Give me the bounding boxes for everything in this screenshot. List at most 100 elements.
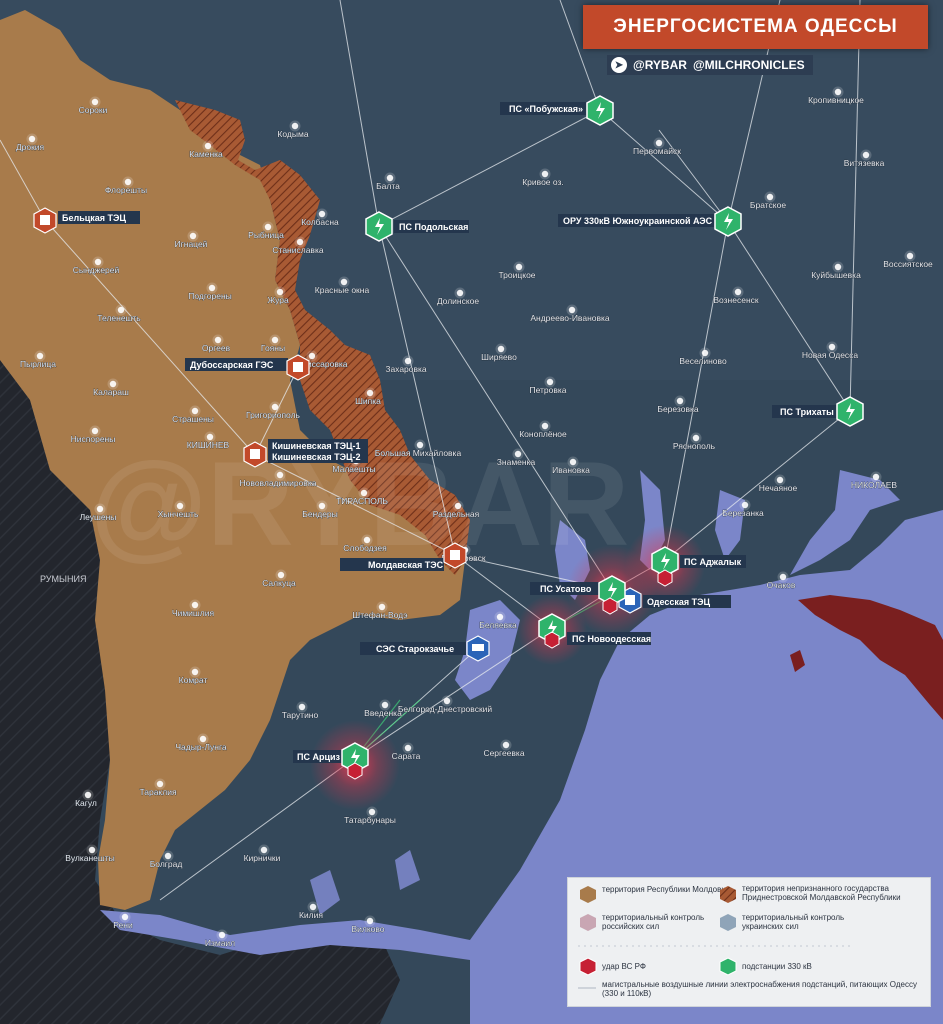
svg-text:ПС Усатово: ПС Усатово [540,584,592,594]
legend-substation: подстанции 330 кВ [719,957,812,976]
city-label: Гояны [261,343,285,353]
city-label: Рени [113,920,133,930]
svg-text:СЭС Старокзачье: СЭС Старокзачье [376,644,454,654]
city-label: Нечаяное [759,483,798,493]
city-label: Чадыр-Лунга [175,742,227,752]
legend-ukraine-text: территориальный контроль украинских сил [742,913,845,931]
city-label: Сарата [392,751,421,761]
city-label: Штефан-Водэ [352,610,407,620]
legend-strike-text: удар ВС РФ [602,962,646,971]
svg-text:ПС Подольская: ПС Подольская [399,222,468,232]
city-label: Беляевка [479,620,517,630]
city-label: Кодыма [277,129,308,139]
legend-strike: удар ВС РФ [579,957,646,976]
city-label: Андреево-Ивановка [530,313,610,323]
city-label: НИКОЛАЕВ [851,480,898,490]
city-label: Ширяево [481,352,517,362]
channel-handles: ➤ @RYBAR @MILCHRONICLES [607,55,813,75]
city-label: Кирнички [244,853,281,863]
legend-ukraine-control: территориальный контроль украинских сил [720,913,845,931]
city-label: Подгорены [188,291,232,301]
city-label: Тараклия [139,787,177,797]
legend-lines: магистральные воздушные линии электросна… [578,980,917,998]
city-label: Станиславка [272,245,323,255]
city-label: Слободзея [343,543,387,553]
city-label: Кагул [75,798,97,808]
city-label: Белгород-Днестровский [398,704,493,714]
city-label: Очаков [767,580,796,590]
handle-milchronicles: @MILCHRONICLES [692,58,805,72]
city-label: Калараш [93,387,129,397]
city-label: Балта [376,181,400,191]
city-label: Введенка [364,708,402,718]
svg-text:ПС Новоодесская: ПС Новоодесская [572,634,651,644]
city-label: Бендеры [302,509,338,519]
svg-text:ПС Аджалык: ПС Аджалык [684,557,742,567]
svg-text:Дубоссарская ГЭС: Дубоссарская ГЭС [190,360,274,370]
city-label: Игнацей [175,239,208,249]
city-label: Жура [267,295,289,305]
svg-text:Одесская ТЭЦ: Одесская ТЭЦ [647,597,711,607]
city-label: Страшены [172,414,214,424]
city-label: Раздельная [433,509,480,519]
city-label: Новая Одесса [802,350,859,360]
map-canvas: @RYBAR РУМЫНИЯ Сороки Дрокия Флорешты Камен… [0,0,943,1024]
city-label: Большая Михайловка [375,448,462,458]
city-label: Хынчешть [158,509,199,519]
city-label: Воссиятское [883,259,933,269]
city-label: Комрат [179,675,208,685]
city-label: Оргеев [202,343,231,353]
city-label: Кропивницкое [808,95,864,105]
city-label: Красные окна [315,285,370,295]
telegram-icon: ➤ [611,57,627,73]
legend-lines-text: магистральные воздушные линии электросна… [602,980,917,998]
city-label: Долинское [437,296,480,306]
city-label: Ниспорены [71,434,116,444]
title-banner: ЭНЕРГОСИСТЕМА ОДЕССЫ [583,5,928,49]
legend-transnistria-text: территория непризнанного государства При… [742,884,901,902]
city-label: Татарбунары [344,815,396,825]
city-label: Березовка [657,404,699,414]
legend-moldova-text: территория Республики Молдовия [602,885,730,894]
city-label: Килия [299,910,323,920]
city-label: Знаменка [497,457,536,467]
city-label: Веселиново [679,356,727,366]
city-label: ТИРАСПОЛЬ [336,496,388,506]
city-label: Измаил [205,938,235,948]
city-label: Дрокия [16,142,45,152]
map-legend: территория Республики Молдовия территори… [567,877,931,1007]
city-label: Коноплёное [519,429,567,439]
city-label: Леушены [80,512,117,522]
city-label: Колбасна [301,217,339,227]
city-label: Куйбышевка [811,270,861,280]
svg-text:Кишиневская ТЭЦ-1: Кишиневская ТЭЦ-1 [272,441,361,451]
city-label: Тарутино [282,710,319,720]
svg-text:ОРУ 330кВ Южноукраинской АЭС: ОРУ 330кВ Южноукраинской АЭС [563,216,713,226]
city-label: Болград [150,859,183,869]
city-label: Флорешты [105,185,147,195]
city-label: Братское [750,200,786,210]
handle-rybar: @RYBAR [633,58,687,72]
svg-text:ПС Арциз: ПС Арциз [297,752,341,762]
city-label: Сергеевка [483,748,524,758]
svg-text:Кишиневская ТЭЦ-2: Кишиневская ТЭЦ-2 [272,452,361,462]
city-label: Захаровка [385,364,427,374]
city-label: Вилково [351,924,384,934]
city-label: Витязевка [844,158,885,168]
svg-text:Бельцкая ТЭЦ: Бельцкая ТЭЦ [62,213,126,223]
city-label: Вознесенск [713,295,759,305]
city-label: Шипка [355,396,381,406]
city-label: Петровка [529,385,566,395]
svg-text:Молдавская ТЭС: Молдавская ТЭС [368,560,444,570]
legend-substation-text: подстанции 330 кВ [742,962,812,971]
country-label-romania: РУМЫНИЯ [40,574,86,584]
svg-text:ПС Трихаты: ПС Трихаты [780,407,834,417]
city-label: Малаешты [332,464,375,474]
city-label: Первомайск [633,146,681,156]
legend-russian-control: территориальный контроль российских сил [580,913,704,931]
city-label: Ивановка [552,465,590,475]
city-label: Березанка [722,508,764,518]
city-label: Чимишлия [172,608,215,618]
city-label: Нововладимировка [240,478,317,488]
map-title: ЭНЕРГОСИСТЕМА ОДЕССЫ [613,16,898,37]
